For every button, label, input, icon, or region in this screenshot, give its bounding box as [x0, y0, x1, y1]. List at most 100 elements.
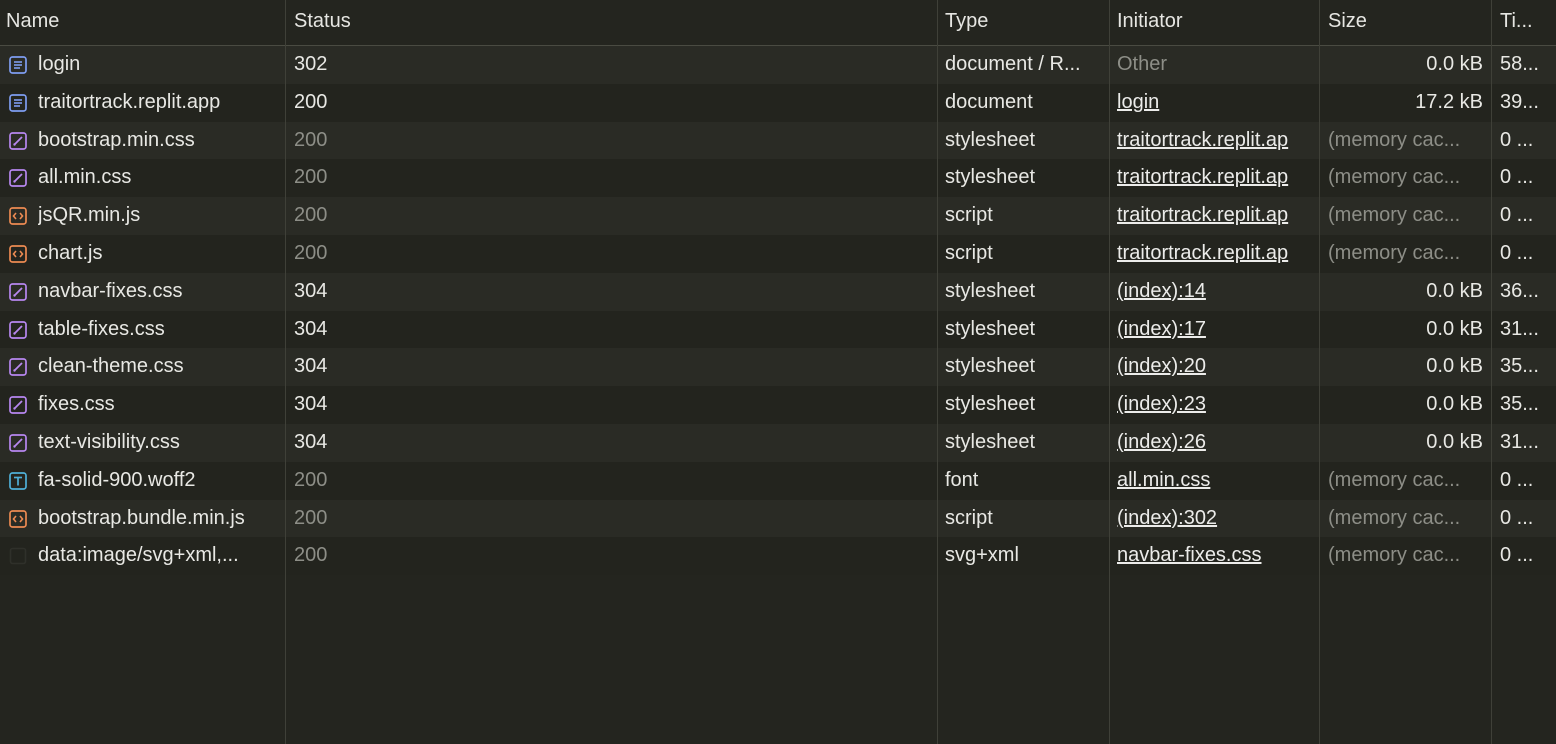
- request-size: (memory cac...: [1328, 506, 1461, 529]
- stylesheet-icon: [8, 433, 28, 453]
- column-divider[interactable]: [937, 0, 938, 744]
- table-row[interactable]: navbar-fixes.css 304 stylesheet (index):14 0…: [0, 272, 1556, 311]
- request-time: 0 ...: [1500, 166, 1534, 189]
- request-type: stylesheet: [945, 279, 1036, 302]
- request-status: 200: [294, 506, 328, 529]
- request-name: jsQR.min.js: [38, 204, 141, 227]
- script-icon: [8, 509, 28, 529]
- request-size: 17.2 kB: [1415, 90, 1483, 113]
- font-icon: [8, 471, 28, 491]
- request-status: 200: [294, 241, 328, 264]
- request-status: 200: [294, 544, 328, 567]
- column-header-type[interactable]: Type: [945, 0, 1100, 45]
- table-row[interactable]: fixes.css 304 stylesheet (index):23 0.0 kB 35…: [0, 386, 1556, 424]
- request-type: stylesheet: [945, 393, 1036, 416]
- request-initiator[interactable]: traitortrack.replit.ap: [1117, 235, 1319, 273]
- request-time: 31...: [1500, 430, 1539, 453]
- table-row[interactable]: jsQR.min.js 200 script traitortrack.replit.…: [0, 197, 1556, 235]
- request-time: 0 ...: [1500, 128, 1534, 151]
- table-row[interactable]: traitortrack.replit.app 200 document login 1…: [0, 83, 1556, 122]
- table-row[interactable]: login 302 document / R... Other 0.0 kB 58...: [0, 46, 1556, 84]
- request-time: 31...: [1500, 317, 1539, 340]
- column-header-time[interactable]: Ti...: [1500, 0, 1554, 45]
- request-initiator[interactable]: login: [1117, 84, 1319, 122]
- table-row[interactable]: text-visibility.css 304 stylesheet (index):…: [0, 423, 1556, 462]
- request-size: 0.0 kB: [1426, 430, 1483, 453]
- request-time: 0 ...: [1500, 544, 1534, 567]
- request-size: (memory cac...: [1328, 166, 1461, 189]
- request-type: stylesheet: [945, 317, 1036, 340]
- request-type: script: [945, 241, 993, 264]
- column-header-name[interactable]: Name: [6, 0, 276, 45]
- column-header-size[interactable]: Size: [1328, 0, 1483, 45]
- request-status: 304: [294, 355, 328, 378]
- request-size: (memory cac...: [1328, 128, 1461, 151]
- request-initiator[interactable]: (index):23: [1117, 386, 1319, 424]
- request-initiator[interactable]: traitortrack.replit.ap: [1117, 122, 1319, 160]
- request-status: 200: [294, 166, 328, 189]
- request-type: stylesheet: [945, 166, 1036, 189]
- column-header-initiator[interactable]: Initiator: [1117, 0, 1312, 45]
- request-status: 304: [294, 317, 328, 340]
- request-name: text-visibility.css: [38, 430, 180, 453]
- table-row[interactable]: chart.js 200 script traitortrack.replit.ap (…: [0, 234, 1556, 273]
- table-row[interactable]: bootstrap.min.css 200 stylesheet traitortra…: [0, 121, 1556, 160]
- image-icon: [8, 546, 28, 566]
- request-time: 0 ...: [1500, 468, 1534, 491]
- request-initiator[interactable]: (index):302: [1117, 500, 1319, 538]
- stylesheet-icon: [8, 395, 28, 415]
- column-divider[interactable]: [1319, 0, 1320, 744]
- request-type: script: [945, 204, 993, 227]
- request-time: 36...: [1500, 279, 1539, 302]
- request-name: bootstrap.bundle.min.js: [38, 506, 245, 529]
- script-icon: [8, 244, 28, 264]
- column-divider[interactable]: [1491, 0, 1492, 744]
- table-row[interactable]: all.min.css 200 stylesheet traitortrack.rep…: [0, 159, 1556, 198]
- stylesheet-icon: [8, 320, 28, 340]
- request-status: 304: [294, 393, 328, 416]
- request-size: 0.0 kB: [1426, 355, 1483, 378]
- request-initiator[interactable]: (index):14: [1117, 273, 1319, 311]
- request-initiator[interactable]: (index):20: [1117, 348, 1319, 386]
- request-type: document: [945, 90, 1033, 113]
- request-time: 0 ...: [1500, 204, 1534, 227]
- request-name: fixes.css: [38, 393, 115, 416]
- request-name: login: [38, 53, 81, 75]
- request-initiator[interactable]: navbar-fixes.css: [1117, 537, 1319, 575]
- column-header-status[interactable]: Status: [294, 0, 924, 45]
- network-request-table: Name Status Type Initiator Size Ti... lo…: [0, 0, 1556, 744]
- table-row[interactable]: bootstrap.bundle.min.js 200 script (index):…: [0, 499, 1556, 538]
- request-size: (memory cac...: [1328, 204, 1461, 227]
- request-type: script: [945, 506, 993, 529]
- request-size: (memory cac...: [1328, 468, 1461, 491]
- request-type: stylesheet: [945, 430, 1036, 453]
- request-initiator: Other: [1117, 53, 1168, 75]
- request-type: document / R...: [945, 53, 1081, 75]
- request-initiator[interactable]: traitortrack.replit.ap: [1117, 197, 1319, 235]
- request-status: 200: [294, 468, 328, 491]
- request-name: bootstrap.min.css: [38, 128, 195, 151]
- request-initiator[interactable]: (index):26: [1117, 424, 1319, 462]
- table-row[interactable]: fa-solid-900.woff2 200 font all.min.css (mem…: [0, 461, 1556, 500]
- request-time: 58...: [1500, 53, 1539, 75]
- request-time: 0 ...: [1500, 506, 1534, 529]
- table-row[interactable]: table-fixes.css 304 stylesheet (index):17 0.…: [0, 310, 1556, 349]
- request-status: 200: [294, 128, 328, 151]
- request-initiator[interactable]: (index):17: [1117, 311, 1319, 349]
- request-type: font: [945, 468, 979, 491]
- table-row[interactable]: data:image/svg+xml,... 200 svg+xml navbar-f…: [0, 537, 1556, 576]
- request-size: (memory cac...: [1328, 544, 1461, 567]
- request-name: data:image/svg+xml,...: [38, 544, 239, 567]
- script-icon: [8, 206, 28, 226]
- column-divider[interactable]: [285, 0, 286, 744]
- stylesheet-icon: [8, 168, 28, 188]
- table-row[interactable]: clean-theme.css 304 stylesheet (index):20 0.…: [0, 348, 1556, 387]
- request-type: stylesheet: [945, 355, 1036, 378]
- request-initiator[interactable]: traitortrack.replit.ap: [1117, 159, 1319, 197]
- request-status: 200: [294, 90, 328, 113]
- request-initiator[interactable]: all.min.css: [1117, 462, 1319, 500]
- request-name: navbar-fixes.css: [38, 279, 183, 302]
- request-name: chart.js: [38, 241, 103, 264]
- column-divider[interactable]: [1109, 0, 1110, 744]
- request-type: svg+xml: [945, 544, 1019, 567]
